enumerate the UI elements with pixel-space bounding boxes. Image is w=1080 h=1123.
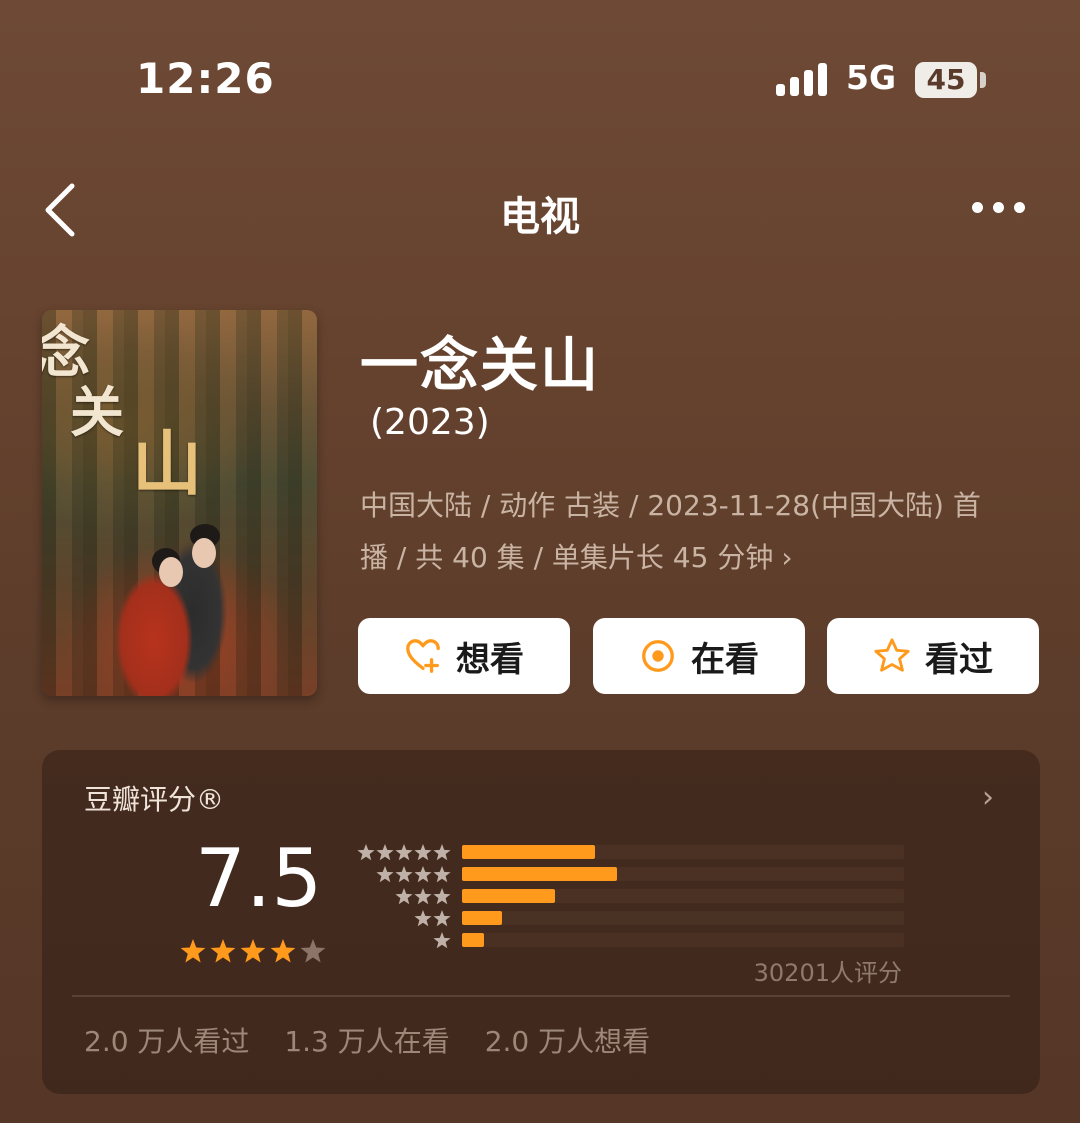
battery-icon: 45 [915,62,977,98]
more-button[interactable] [964,196,1034,220]
rating-bar-fill [462,867,617,881]
star-filled-icon [240,939,266,963]
stat-watched: 2.0 万人看过 [84,1025,250,1058]
poster-title-char: 关 [70,380,124,444]
poster-title-char: 山 [132,422,202,505]
star-level-icon [433,888,451,905]
watched-button[interactable]: 看过 [827,618,1039,694]
watching-button[interactable]: 在看 [593,618,805,694]
star-filled-icon [270,939,296,963]
page-title: 电视 [500,194,580,240]
star-level-icon [433,910,451,927]
network-type: 5G [846,58,897,97]
star-level-icon [414,844,432,861]
rating-distribution [462,845,904,955]
star-level-icon [414,888,432,905]
signal-icon [776,62,828,96]
rating-bar-track [462,889,904,903]
poster-image[interactable]: 念 关 山 [42,310,317,696]
star-filled-icon [180,939,206,963]
rating-stars [180,939,326,963]
show-year: (2023) [370,402,490,443]
status-time: 12:26 [136,54,275,103]
poster-figure-face [192,538,216,568]
rating-bar-fill [462,933,485,947]
show-meta-line: 播 / 共 40 集 / 单集片长 45 分钟 [360,541,774,574]
rating-count: 30201人评分 [753,959,902,987]
poster-figure-face [159,557,183,587]
rating-bar-fill [462,845,595,859]
status-bar: 12:26 5G 45 [0,0,1080,160]
star-filled-icon [210,939,236,963]
battery-tip [980,72,986,88]
star-level-icon [376,866,394,883]
more-dot [1014,202,1025,213]
stat-want: 2.0 万人想看 [484,1025,651,1058]
show-title: 一念关山 [360,331,601,399]
chevron-right-icon[interactable]: › [982,780,994,815]
want-to-watch-label: 想看 [456,639,524,680]
rating-label: 豆瓣评分® [84,783,225,816]
stat-watching: 1.3 万人在看 [284,1025,450,1058]
star-level-icon [433,866,451,883]
rating-bar-track [462,933,904,947]
rating-bar-track [462,845,904,859]
watch-stats: 2.0 万人看过 1.3 万人在看 2.0 万人想看 [84,1020,676,1060]
rating-bar-fill [462,911,502,925]
watching-label: 在看 [691,639,759,680]
more-dot [972,202,983,213]
star-empty-icon [300,939,326,963]
show-meta-line: 中国大陆 / 动作 古装 / 2023-11-28(中国大陆) 首 [360,489,981,522]
star-level-labels [357,844,451,949]
chevron-right-icon: › [781,541,793,574]
show-meta[interactable]: 中国大陆 / 动作 古装 / 2023-11-28(中国大陆) 首 播 / 共 … [360,480,1040,584]
divider [72,995,1010,997]
star-level-icon [395,844,413,861]
star-level-icon [395,866,413,883]
watched-label: 看过 [925,639,993,680]
more-dot [993,202,1004,213]
star-level-icon [433,932,451,949]
star-level-icon [433,844,451,861]
star-level-icon [376,844,394,861]
rating-bar-track [462,911,904,925]
heart-plus-icon [406,639,440,673]
want-to-watch-button[interactable]: 想看 [358,618,570,694]
rating-score: 7.5 [195,832,323,925]
star-outline-icon [874,638,910,672]
star-level-icon [357,844,375,861]
star-level-icon [414,866,432,883]
star-level-icon [395,888,413,905]
rating-bar-fill [462,889,555,903]
target-icon [642,640,674,672]
star-level-icon [414,910,432,927]
rating-bar-track [462,867,904,881]
